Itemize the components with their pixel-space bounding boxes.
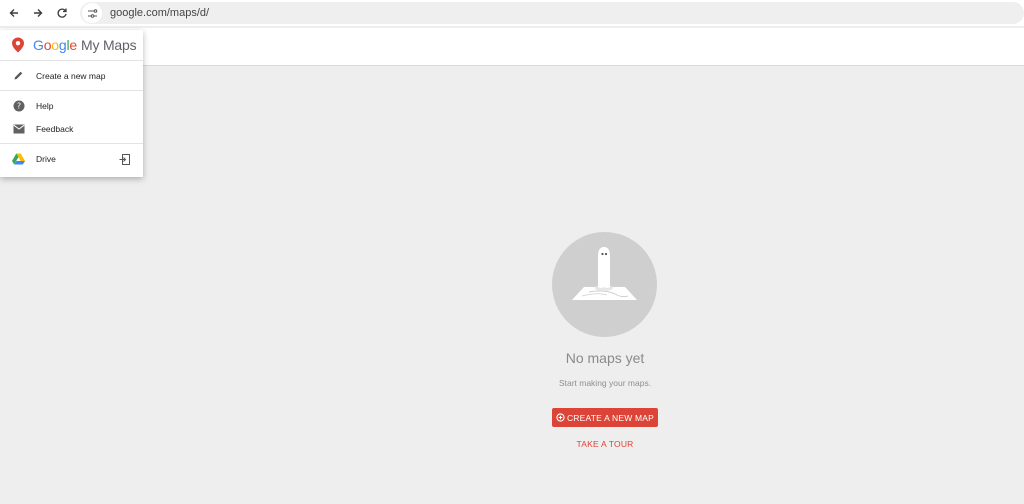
open-in-icon[interactable] [119, 152, 130, 170]
map-ghost-illustration [572, 247, 637, 300]
brand-letter: G [33, 37, 44, 53]
menu-item-drive[interactable]: Drive [0, 147, 143, 170]
menu-item-label: Help [36, 100, 54, 111]
brand-letter: e [69, 37, 77, 53]
tune-icon [87, 8, 97, 18]
brand-logo: Google My Maps [33, 37, 137, 53]
reload-icon [57, 8, 67, 18]
pencil-icon [12, 69, 25, 82]
menu-item-label: Drive [36, 153, 56, 164]
svg-text:?: ? [16, 101, 20, 110]
menu-header: Google My Maps [0, 30, 143, 61]
drive-icon [12, 152, 25, 165]
arrow-left-icon [9, 9, 18, 17]
forward-button[interactable] [26, 1, 50, 25]
help-icon: ? [12, 99, 25, 112]
mail-icon [12, 122, 25, 135]
create-new-map-label: CREATE A NEW MAP [566, 412, 655, 423]
menu-item-help[interactable]: ? Help [0, 94, 143, 117]
my-maps-logo-icon [12, 37, 24, 53]
arrow-right-icon [34, 9, 43, 17]
empty-state-subtitle: Start making your maps. [558, 378, 652, 388]
brand-product-name: My Maps [81, 37, 137, 53]
app-menu: Google My Maps Create a new map ? Help Fe… [0, 30, 143, 177]
browser-toolbar: google.com/maps/d/ [0, 0, 1024, 26]
menu-item-label: Create a new map [36, 70, 106, 81]
address-bar[interactable]: google.com/maps/d/ [80, 2, 1024, 24]
empty-state-title: No maps yet [565, 350, 645, 366]
site-info-button[interactable] [82, 3, 102, 23]
menu-item-label: Feedback [36, 123, 74, 134]
create-new-map-button[interactable]: CREATE A NEW MAP [552, 408, 658, 427]
url-text[interactable]: google.com/maps/d/ [110, 7, 209, 19]
reload-button[interactable] [50, 1, 74, 25]
empty-state-illustration [552, 232, 657, 337]
brand-letter: o [51, 37, 59, 53]
take-a-tour-link[interactable]: TAKE A TOUR [555, 439, 655, 449]
map-marker-add-icon [556, 413, 565, 422]
menu-item-feedback[interactable]: Feedback [0, 117, 143, 140]
app-header [0, 28, 1024, 66]
back-button[interactable] [2, 1, 26, 25]
menu-item-create-map[interactable]: Create a new map [0, 64, 143, 87]
